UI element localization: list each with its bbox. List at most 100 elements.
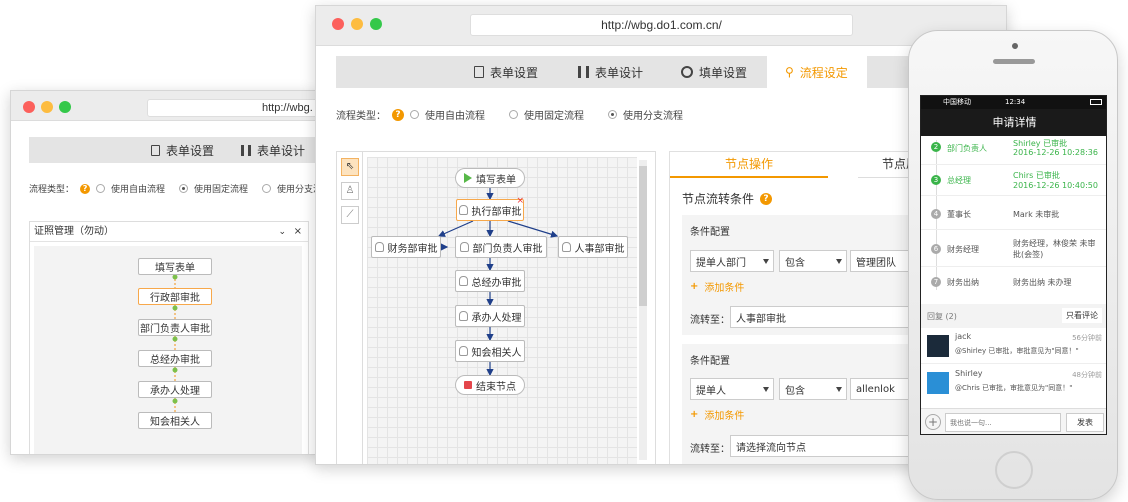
radio-label: 使用自由流程 xyxy=(425,111,485,122)
user-icon xyxy=(458,311,468,321)
condition-header: 条件配置 xyxy=(690,227,730,238)
step-item: 3 总经理 Chirs 已审批 2016-12-26 10:40:50 xyxy=(921,168,1106,196)
minimize-dot[interactable] xyxy=(41,101,53,113)
close-dot[interactable] xyxy=(332,18,344,30)
reply-header: 回复 (2) 只看评论 xyxy=(921,304,1106,328)
node-notify[interactable]: 知会相关人 xyxy=(455,340,525,362)
left-flow-panel: 证照管理（勿动） ⌄ × 填写表单 行政部审批 部门负责人审批 总经办审批 承办… xyxy=(29,221,309,454)
goto-label: 流转至： xyxy=(690,315,730,326)
tab-label: 表单设置 xyxy=(490,65,539,80)
minimize-dot[interactable] xyxy=(351,18,363,30)
flow-editor: ⇖ ♙ ⟋ 填写表单 执行部审批 × 财务部审批 部门负责人审批 人事部审批 总… xyxy=(336,151,656,464)
node-admin-approval[interactable]: 执行部审批 × xyxy=(456,196,524,221)
radio-branch[interactable] xyxy=(262,184,272,193)
tab-flow-settings[interactable]: ⚲ 流程设定 xyxy=(767,56,867,88)
user-icon xyxy=(458,205,468,215)
status-bar: 中国移动 12:34 xyxy=(921,96,1106,109)
left-node-admin-approval[interactable]: 行政部审批 xyxy=(138,288,212,305)
comment-input[interactable] xyxy=(945,413,1061,432)
add-condition-link[interactable]: + 添加条件 xyxy=(690,407,744,422)
close-dot[interactable] xyxy=(23,101,35,113)
tab-label: 表单设计 xyxy=(257,143,306,158)
node-hr-approval[interactable]: 人事部审批 xyxy=(558,236,628,258)
node-label: 结束节点 xyxy=(476,381,516,393)
phone-screen: 中国移动 12:34 申请详情 2 部门负责人 Shirley 已审批 2016… xyxy=(920,95,1107,435)
input-value: 管理团队 xyxy=(856,257,896,269)
left-tab-form-design[interactable]: 表单设计 xyxy=(241,137,305,163)
chevron-down-icon[interactable]: ⌄ xyxy=(278,222,286,242)
close-icon[interactable]: × xyxy=(294,222,302,242)
user-icon xyxy=(458,276,468,286)
document-icon xyxy=(151,144,160,156)
node-label: 填写表单 xyxy=(476,174,516,186)
tab-form-design[interactable]: 表单设计 xyxy=(578,56,643,88)
maximize-dot[interactable] xyxy=(370,18,382,30)
help-icon[interactable]: ? xyxy=(760,192,773,205)
select-value: 包含 xyxy=(785,385,805,397)
screen-title: 申请详情 xyxy=(992,116,1037,129)
comment-item: Shirley 48分钟前 @Chris 已审批，审批意见为"同意！" xyxy=(921,366,1106,400)
maximize-dot[interactable] xyxy=(59,101,71,113)
node-label: 总经办审批 xyxy=(471,277,522,289)
connector-tool[interactable]: ⟋ xyxy=(341,206,359,224)
link-label: 添加条件 xyxy=(704,411,745,422)
phone-mockup: 中国移动 12:34 申请详情 2 部门负责人 Shirley 已审批 2016… xyxy=(908,30,1118,500)
operator-select[interactable]: 包含 xyxy=(779,378,847,400)
node-dept-approval[interactable]: 部门负责人审批 xyxy=(455,236,547,258)
prop-tab-node-ops[interactable]: 节点操作 xyxy=(670,152,828,178)
left-url-bar[interactable]: http://wbg. xyxy=(147,99,319,117)
left-node-ceo-approval[interactable]: 总经办审批 xyxy=(138,350,212,367)
step-item: 2 部门负责人 Shirley 已审批 2016-12-26 10:28:36 xyxy=(921,138,1106,165)
delete-node-icon[interactable]: × xyxy=(516,196,524,206)
home-button[interactable] xyxy=(995,451,1033,489)
vertical-scrollbar[interactable] xyxy=(639,160,647,460)
help-icon[interactable]: ? xyxy=(80,183,91,194)
play-icon xyxy=(464,173,472,183)
left-node-dept-approval[interactable]: 部门负责人审批 xyxy=(138,319,212,336)
user-icon xyxy=(374,242,384,252)
radio-label: 使用固定流程 xyxy=(194,185,249,195)
add-icon[interactable]: + xyxy=(925,414,941,430)
left-tab-form-settings[interactable]: 表单设置 xyxy=(151,137,214,163)
node-start-fill-form[interactable]: 填写表单 xyxy=(455,168,525,188)
step-time: 2016-12-26 10:28:36 xyxy=(1013,148,1098,157)
tab-label: 表单设计 xyxy=(595,65,644,80)
radio-free[interactable] xyxy=(410,110,419,119)
radio-label: 使用自由流程 xyxy=(111,185,166,195)
node-handler[interactable]: 承办人处理 xyxy=(455,305,525,327)
node-end[interactable]: 结束节点 xyxy=(455,375,525,395)
only-comments-button[interactable]: 只看评论 xyxy=(1062,308,1102,323)
goto-label: 流转至： xyxy=(690,444,730,455)
radio-label: 使用固定流程 xyxy=(524,111,584,122)
tab-fill-settings[interactable]: 填单设置 xyxy=(681,56,747,88)
radio-free[interactable] xyxy=(96,184,106,193)
help-icon[interactable]: ? xyxy=(392,108,404,121)
left-node-handler[interactable]: 承办人处理 xyxy=(138,381,212,398)
user-icon xyxy=(458,346,468,356)
left-node-fill-form[interactable]: 填写表单 xyxy=(138,258,212,275)
radio-branch[interactable] xyxy=(608,110,617,119)
field-select[interactable]: 提单人部门 xyxy=(690,250,774,272)
chevron-down-icon xyxy=(836,259,842,264)
comment-author: Shirley xyxy=(955,369,983,378)
operator-select[interactable]: 包含 xyxy=(779,250,847,272)
send-button[interactable]: 发表 xyxy=(1066,413,1104,432)
chevron-down-icon xyxy=(836,387,842,392)
pointer-tool[interactable]: ⇖ xyxy=(341,158,359,176)
user-node-tool[interactable]: ♙ xyxy=(341,182,359,200)
left-node-notify[interactable]: 知会相关人 xyxy=(138,412,212,429)
gear-icon xyxy=(681,66,693,78)
radio-fixed[interactable] xyxy=(179,184,189,193)
select-value: 人事部审批 xyxy=(736,313,786,325)
field-select[interactable]: 提单人 xyxy=(690,378,774,400)
radio-fixed[interactable] xyxy=(509,110,518,119)
node-ceo-approval[interactable]: 总经办审批 xyxy=(455,270,525,292)
step-time: 2016-12-26 10:40:50 xyxy=(1013,181,1098,190)
tab-form-settings[interactable]: 表单设置 xyxy=(474,56,538,88)
left-browser-window: http://wbg. 表单设置 表单设计 流程类型： ? 使用自由流程 使用固… xyxy=(10,90,320,455)
node-finance-approval[interactable]: 财务部审批 xyxy=(371,236,441,258)
main-url-bar[interactable]: http://wbg.do1.com.cn/ xyxy=(470,14,853,36)
step-status: 财务经理，林俊荣 未审 xyxy=(1013,239,1096,248)
add-condition-link[interactable]: + 添加条件 xyxy=(690,279,744,294)
radio-label: 使用分支流 xyxy=(277,185,320,195)
